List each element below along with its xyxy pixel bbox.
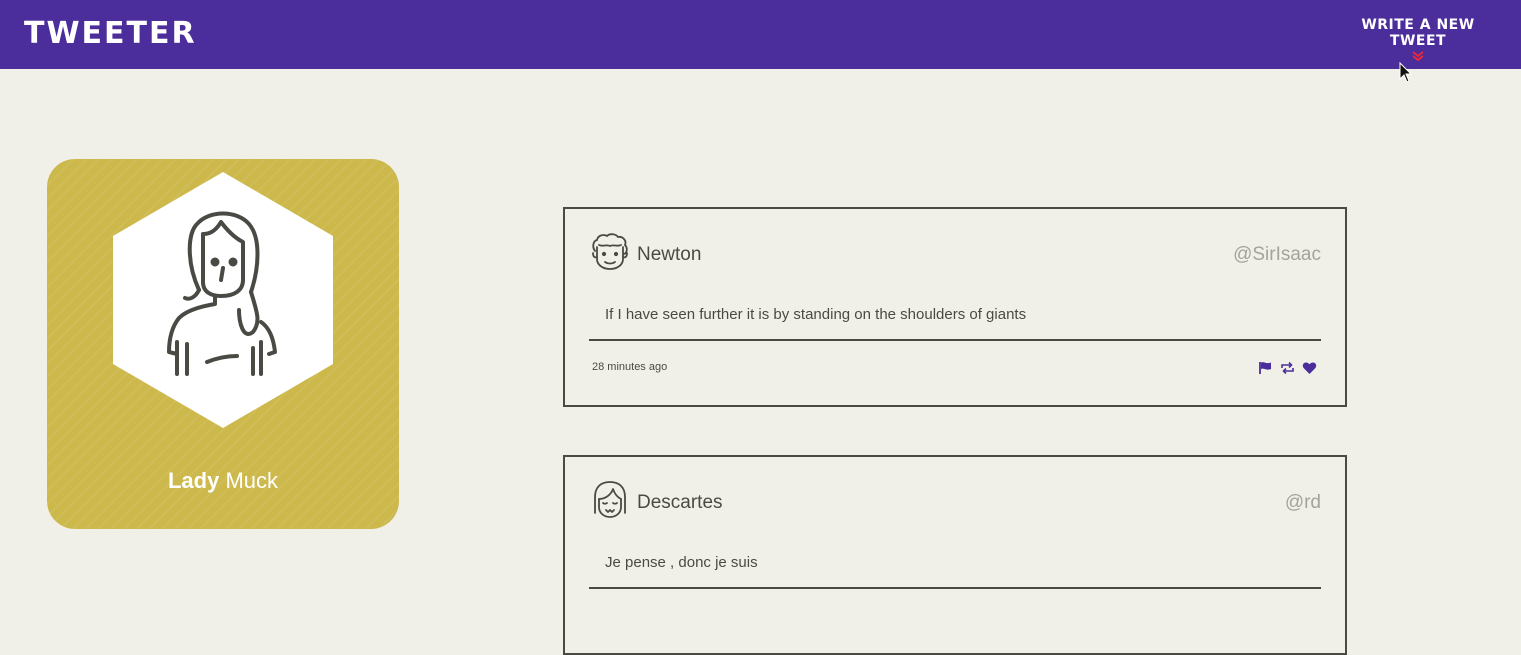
profile-first-name: Lady: [167, 468, 220, 493]
tweet-author-handle: @SirIsaac: [1233, 244, 1321, 265]
tweet-card: Newton @SirIsaac If I have seen further …: [563, 207, 1347, 407]
tweet-content: If I have seen further it is by standing…: [589, 291, 1321, 341]
tweet-author-name: Newton: [637, 244, 702, 265]
bob-hair-avatar-icon: [594, 481, 626, 518]
tweet-content: Je pense , donc je suis: [589, 539, 1321, 589]
profile-last-name: Muck: [225, 468, 279, 493]
woman-avatar-icon: [113, 172, 333, 428]
tweet-timestamp: 28 minutes ago: [592, 361, 668, 373]
curly-hair-avatar-icon: [592, 233, 628, 270]
tweet-card: Descartes @rd Je pense , donc je suis: [563, 455, 1347, 655]
write-new-tweet-label: WRITE A NEW TWEET: [1361, 17, 1475, 49]
mouse-cursor-icon: [1399, 62, 1413, 83]
write-new-tweet-button[interactable]: WRITE A NEW TWEET: [1333, 17, 1503, 61]
navbar: TWEETER WRITE A NEW TWEET: [0, 0, 1521, 69]
flag-icon[interactable]: [1258, 361, 1273, 375]
retweet-icon[interactable]: [1280, 361, 1295, 375]
profile-name: Lady Muck: [47, 468, 399, 494]
tweet-actions: [1258, 361, 1317, 375]
brand-logo[interactable]: TWEETER: [24, 16, 197, 51]
double-chevron-down-icon[interactable]: [1412, 51, 1424, 61]
tweet-author-name: Descartes: [637, 492, 723, 513]
profile-card: Lady Muck: [47, 159, 399, 529]
heart-icon[interactable]: [1302, 361, 1317, 375]
tweet-author-handle: @rd: [1284, 492, 1321, 513]
